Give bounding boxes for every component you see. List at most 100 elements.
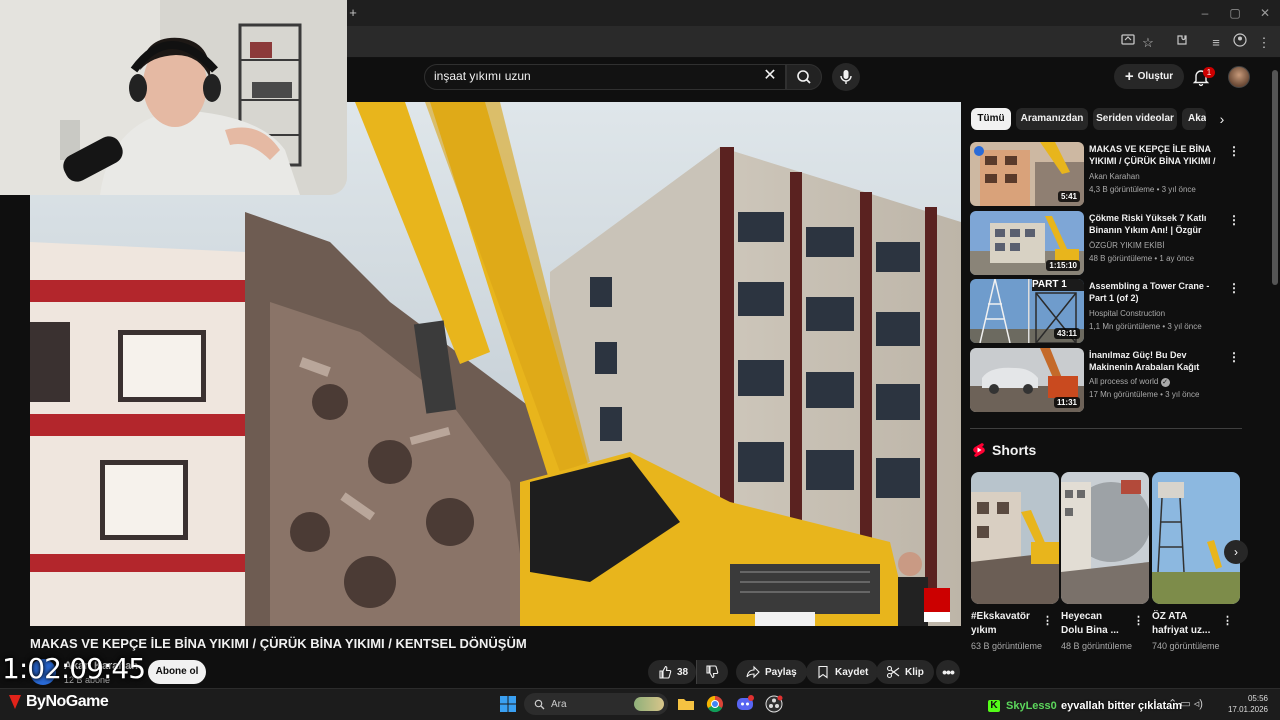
recommendation-stats: 17 Mn görüntüleme • 3 yıl önce [1089, 390, 1200, 399]
section-divider [970, 428, 1242, 429]
minimize-button[interactable]: – [1190, 0, 1220, 26]
extensions-icon[interactable] [1172, 33, 1192, 53]
media-controls-icon[interactable]: ≡ [1206, 33, 1226, 53]
search-query[interactable]: inşaat yıkımı uzun [434, 69, 531, 83]
taskbar-clock-time[interactable]: 05:56 [1226, 694, 1268, 703]
clear-search-icon[interactable]: ✕ [760, 66, 780, 86]
webcam-feed-image [0, 0, 347, 195]
video-duration: 11:31 [1053, 397, 1080, 408]
save-bookmark-icon [818, 665, 828, 679]
recommendation-channel[interactable]: Hospital Construction [1089, 308, 1229, 320]
more-vertical-icon[interactable]: ⋮ [1133, 614, 1144, 627]
stream-timer-overlay: 1:02:09:45 [2, 652, 146, 685]
file-explorer-icon[interactable] [676, 694, 696, 714]
video-title: MAKAS VE KEPÇE İLE BİNA YIKIMI / ÇÜRÜK B… [30, 636, 527, 651]
chip-channel[interactable]: Akan [1182, 108, 1206, 130]
chip-series-videos[interactable]: Seriden videolar [1093, 108, 1177, 130]
search-button[interactable] [786, 64, 822, 90]
cast-icon[interactable] [1118, 33, 1138, 53]
browser-menu-icon[interactable]: ⋮ [1254, 33, 1274, 53]
short-title[interactable]: Heyecan Dolu Bina ... [1061, 610, 1127, 638]
recommendation-channel[interactable]: Akan Karahan [1089, 171, 1229, 183]
recommendation-stats: 1,1 Mn görüntüleme • 3 yıl önce [1089, 322, 1202, 331]
chips-next-chevron-icon[interactable]: › [1210, 108, 1234, 130]
chat-message: eyvallah bitter çıkl̇atam [1061, 700, 1183, 712]
recommendation-channel-name: All process of world [1089, 377, 1159, 386]
short-water-tower-image [1152, 472, 1240, 604]
recommendation-thumbnail[interactable]: PART 1 43:11 [970, 279, 1084, 343]
more-actions-button[interactable]: ••• [936, 660, 960, 684]
profile-icon[interactable] [1230, 33, 1250, 53]
thumbs-down-icon [706, 665, 719, 679]
chrome-icon[interactable] [705, 694, 725, 714]
page-scrollbar[interactable] [1272, 70, 1278, 285]
recommendation-thumbnail[interactable]: 5:41 [970, 142, 1084, 206]
discord-icon[interactable] [735, 694, 755, 714]
kick-chat-icon: K [988, 700, 1000, 712]
clip-label: Klip [905, 666, 924, 678]
short-excavator-demolition-image [971, 472, 1059, 604]
short-thumbnail[interactable] [1152, 472, 1240, 604]
thumbs-up-icon [659, 665, 672, 679]
thumbnail-part-label: PART 1 [1032, 279, 1067, 290]
short-views: 740 görüntüleme [1152, 641, 1220, 651]
video-duration: 5:41 [1057, 191, 1080, 202]
windows-start-icon[interactable] [498, 694, 518, 714]
maximize-button[interactable]: ▢ [1220, 0, 1250, 26]
short-thumbnail[interactable] [971, 472, 1059, 604]
video-duration: 1:15:10 [1046, 260, 1080, 271]
share-label: Paylaş [765, 666, 797, 678]
shorts-next-chevron-icon[interactable]: › [1224, 540, 1248, 564]
create-label: Oluştur [1137, 71, 1174, 82]
short-title[interactable]: ÖZ ATA hafriyat uz... [1152, 610, 1218, 638]
taskbar-search-box[interactable]: Ara [524, 693, 668, 715]
obs-icon[interactable] [764, 694, 784, 714]
chip-all[interactable]: Tümü [971, 108, 1011, 130]
like-count: 38 [677, 666, 689, 678]
recommendation-thumbnail[interactable]: 11:31 [970, 348, 1084, 412]
dislike-button[interactable] [696, 660, 728, 684]
bynogame-logo: ByNoGame [6, 693, 109, 711]
more-vertical-icon[interactable]: ⋮ [1228, 280, 1240, 296]
create-button[interactable]: + Oluştur [1114, 64, 1184, 89]
recommendation-title[interactable]: İnanılmaz Güç! Bu Dev Makinenin Arabalar… [1089, 349, 1223, 373]
system-tray-icons[interactable]: ⌃ ▭ ◃) [1168, 697, 1203, 710]
more-vertical-icon[interactable]: ⋮ [1228, 143, 1240, 159]
more-vertical-icon[interactable]: ⋮ [1042, 614, 1053, 627]
more-vertical-icon[interactable]: ⋮ [1228, 349, 1240, 365]
taskbar-search-placeholder: Ara [551, 698, 567, 710]
short-title[interactable]: #Ekskavatör yıkım [971, 610, 1037, 638]
bynogame-mark-icon [9, 695, 21, 709]
chip-from-search[interactable]: Aramanızdan [1016, 108, 1088, 130]
recommendation-channel[interactable]: ÖZGÜR YIKIM EKİBİ [1089, 240, 1229, 252]
short-views: 63 B görüntüleme [971, 641, 1043, 651]
more-horizontal-icon: ••• [942, 664, 955, 680]
clip-button[interactable]: Klip [876, 660, 934, 684]
shorts-logo-icon [973, 443, 985, 457]
close-window-button[interactable]: ✕ [1250, 0, 1280, 26]
recommendation-title[interactable]: Assembling a Tower Crane - Part 1 (of 2) [1089, 280, 1223, 304]
brand-name: ByNoGame [26, 693, 109, 710]
more-vertical-icon[interactable]: ⋮ [1228, 212, 1240, 228]
shorts-section-header: Shorts [972, 442, 1036, 458]
bookmark-star-icon[interactable]: ☆ [1138, 33, 1158, 53]
short-thumbnail[interactable] [1061, 472, 1149, 604]
like-button[interactable]: 38 [648, 660, 697, 684]
voice-search-button[interactable] [832, 63, 860, 91]
share-button[interactable]: Paylaş [736, 660, 807, 684]
taskbar-clock-date[interactable]: 17.01.2026 [1222, 705, 1268, 714]
more-vertical-icon[interactable]: ⋮ [1222, 614, 1233, 627]
chat-username: SkyLess0 [1006, 700, 1057, 712]
search-icon [797, 70, 811, 84]
recommendation-stats: 48 B görüntüleme • 1 ay önce [1089, 254, 1195, 263]
subscribe-button[interactable]: Abone ol [148, 660, 206, 684]
streamer-webcam-overlay [0, 0, 347, 195]
user-avatar[interactable] [1228, 66, 1250, 88]
recommendation-title[interactable]: Çökme Riski Yüksek 7 Katlı Binanın Yıkım… [1089, 212, 1223, 236]
verified-check-icon: ✓ [1160, 378, 1170, 387]
save-button[interactable]: Kaydet [806, 660, 879, 684]
recommendation-thumbnail[interactable]: 1:15:10 [970, 211, 1084, 275]
recommendation-title[interactable]: MAKAS VE KEPÇE İLE BİNA YIKIMI / ÇÜRÜK B… [1089, 143, 1223, 167]
recommendation-channel[interactable]: All process of world ✓ [1089, 376, 1170, 388]
microphone-icon [840, 70, 852, 84]
